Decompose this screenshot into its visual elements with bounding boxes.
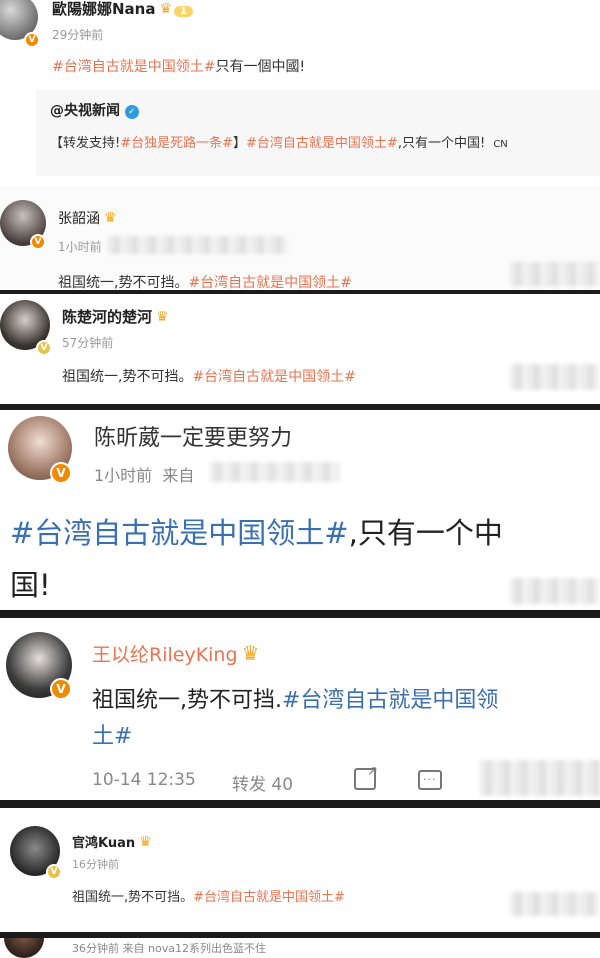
post-meta: 36分钟前 来自 nova12系列出色蓝不住: [72, 942, 266, 955]
post-text-line1: #台湾自古就是中国领土#,只有一个中: [10, 516, 503, 550]
hashtag-link[interactable]: #台湾自古就是中国领土#: [193, 890, 345, 905]
post-1: V 歐陽娜娜Nana ♛ 1 29分钟前 #台湾自古就是中国领土#只有一個中國! @…: [0, 0, 600, 186]
hashtag-link[interactable]: #台独是死路一条#: [120, 136, 233, 151]
post-text: #台湾自古就是中国领土#只有一個中國!: [52, 59, 306, 75]
crown-icon: ♛: [104, 210, 117, 226]
post-text-line2: 土#: [92, 718, 132, 750]
post-4: V 陈昕葳一定要更努力 1小时前 来自 #台湾自古就是中国领土#,只有一个中 国…: [0, 410, 600, 610]
crown-icon: ♛: [139, 834, 152, 850]
blurred-source: [210, 462, 340, 482]
blurred-area: [510, 578, 600, 604]
post-date: 10-14 12:35: [92, 770, 196, 790]
comment-icon[interactable]: ···: [418, 770, 442, 790]
user-name[interactable]: 王以纶RileyKing ♛: [92, 640, 259, 667]
blurred-area: [510, 892, 600, 916]
crown-icon: ♛: [241, 641, 260, 665]
crown-icon: ♛: [159, 1, 173, 17]
post-time: 1小时前 来自: [94, 466, 195, 485]
post-2: V 张韶涵 ♛ 1小时前 祖国统一,势不可挡。#台湾自古就是中国领土#: [0, 186, 600, 290]
blurred-source: [108, 236, 288, 254]
hashtag-link[interactable]: #台湾自古就是中国领土#: [246, 136, 398, 151]
verified-badge-icon: V: [46, 864, 62, 880]
verified-badge-icon: V: [36, 340, 52, 356]
post-text-line2: 国!: [10, 568, 51, 602]
share-icon[interactable]: ↗: [354, 764, 378, 790]
post-text: 祖国统一,势不可挡。#台湾自古就是中国领土#: [72, 890, 345, 905]
user-name[interactable]: 陈昕葳一定要更努力: [94, 420, 292, 452]
post-text: 祖国统一,势不可挡。#台湾自古就是中国领土#: [62, 369, 356, 385]
post-7: 36分钟前 来自 nova12系列出色蓝不住: [0, 938, 600, 958]
hashtag-link[interactable]: #台湾自古就是中国领土#: [52, 59, 215, 75]
verified-badge-icon: V: [50, 678, 72, 700]
crown-icon: ♛: [156, 309, 169, 325]
level-badge: 1: [174, 6, 194, 17]
blurred-area: [480, 760, 600, 796]
post-3: V 陈楚河的楚河 ♛ 57分钟前 祖国统一,势不可挡。#台湾自古就是中国领土#: [0, 294, 600, 404]
blurred-area: [510, 262, 600, 286]
user-name[interactable]: 张韶涵 ♛: [58, 208, 117, 228]
post-time: 29分钟前: [52, 28, 104, 42]
hashtag-link[interactable]: #台湾自古就是中国领土#: [192, 369, 355, 385]
post-text-line1: 祖国统一,势不可挡.#台湾自古就是中国领: [92, 688, 499, 713]
quoted-post[interactable]: @央视新闻 ✓ 【转发支持!#台独是死路一条#】#台湾自古就是中国领土#,只有一…: [36, 90, 600, 176]
hashtag-link[interactable]: #台湾自古就是中国领土#: [188, 275, 351, 290]
post-5: V 王以纶RileyKing ♛ 祖国统一,势不可挡.#台湾自古就是中国领 土# …: [0, 618, 600, 800]
post-time: 16分钟前: [72, 858, 119, 871]
hashtag-link[interactable]: #台湾自古就是中国领土#: [10, 516, 349, 550]
quote-author[interactable]: @央视新闻 ✓: [50, 100, 139, 120]
post-6: V 官鸿Kuan ♛ 16分钟前 祖国统一,势不可挡。#台湾自古就是中国领土#: [0, 808, 600, 932]
blue-verified-icon: ✓: [124, 105, 139, 119]
divider: [0, 800, 600, 808]
verified-badge-icon: V: [30, 234, 46, 250]
verified-badge-icon: V: [50, 462, 72, 484]
verified-badge-icon: V: [24, 32, 40, 48]
divider: [0, 610, 600, 618]
post-text: 祖国统一,势不可挡。#台湾自古就是中国领土#: [58, 275, 352, 290]
avatar[interactable]: [4, 938, 44, 958]
user-name[interactable]: 歐陽娜娜Nana ♛ 1: [52, 0, 194, 19]
flag-text: CN: [493, 139, 508, 150]
repost-button[interactable]: 转发 40: [232, 770, 293, 795]
post-time: 1小时前: [58, 240, 102, 254]
user-name[interactable]: 陈楚河的楚河 ♛: [62, 306, 169, 327]
post-time: 57分钟前: [62, 336, 114, 350]
quote-text: 【转发支持!#台独是死路一条#】#台湾自古就是中国领土#,只有一个中国! CN: [50, 136, 508, 151]
blurred-area: [510, 364, 600, 390]
hashtag-link[interactable]: 土#: [92, 724, 132, 749]
user-name[interactable]: 官鸿Kuan ♛: [72, 832, 152, 851]
hashtag-link[interactable]: #台湾自古就是中国领: [282, 688, 498, 713]
